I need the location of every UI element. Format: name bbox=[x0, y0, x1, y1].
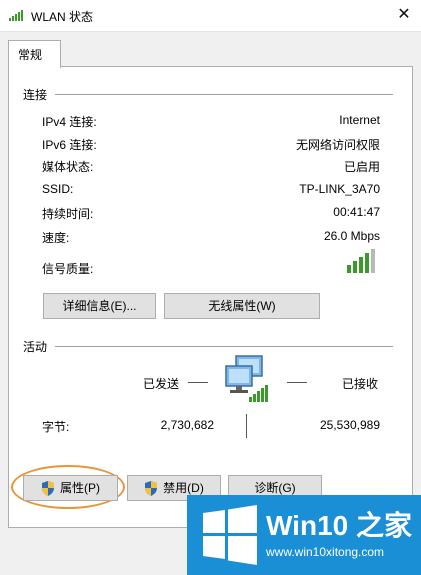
window-title: WLAN 状态 bbox=[31, 10, 94, 24]
ipv6-label: IPv6 连接: bbox=[42, 138, 97, 152]
windows-logo-icon bbox=[203, 505, 257, 565]
wireless-properties-button[interactable]: 无线属性(W) bbox=[164, 293, 320, 319]
ssid-label: SSID: bbox=[42, 182, 74, 196]
bytes-divider bbox=[246, 414, 247, 438]
uac-shield-icon bbox=[145, 481, 158, 497]
media-state-label: 媒体状态: bbox=[42, 160, 94, 174]
signal-quality-label: 信号质量: bbox=[42, 262, 94, 276]
activity-section-label: 活动 bbox=[23, 340, 48, 354]
ipv4-value: Internet bbox=[339, 113, 380, 127]
wlan-signal-icon bbox=[9, 10, 23, 21]
sent-label: 已发送 bbox=[143, 377, 180, 391]
media-state-value: 已启用 bbox=[343, 160, 380, 174]
uac-shield-icon bbox=[42, 481, 54, 497]
connection-section-label: 连接 bbox=[23, 88, 48, 102]
duration-label: 持续时间: bbox=[42, 207, 94, 221]
properties-label: 属性(P) bbox=[60, 481, 100, 495]
bytes-received-value: 25,530,989 bbox=[319, 418, 380, 432]
received-label: 已接收 bbox=[342, 377, 379, 391]
bytes-sent-value: 2,730,682 bbox=[160, 418, 214, 432]
duration-value: 00:41:47 bbox=[333, 205, 380, 219]
connection-divider bbox=[55, 94, 393, 95]
speed-value: 26.0 Mbps bbox=[323, 229, 380, 243]
signal-bars-icon bbox=[347, 249, 375, 273]
tab-label: 常规 bbox=[18, 48, 43, 62]
bytes-label: 字节: bbox=[42, 420, 70, 434]
ssid-value: TP-LINK_3A70 bbox=[299, 182, 380, 196]
activity-divider bbox=[55, 346, 393, 347]
speed-label: 速度: bbox=[42, 231, 70, 245]
network-computers-icon bbox=[225, 355, 268, 402]
received-connector bbox=[287, 382, 307, 383]
tab-general[interactable]: 常规 bbox=[8, 40, 61, 68]
disable-label: 禁用(D) bbox=[163, 481, 204, 495]
title-bar[interactable]: WLAN 状态 ✕ bbox=[0, 0, 421, 32]
win10-watermark: Win10 之家 www.win10xitong.com bbox=[187, 495, 421, 575]
sent-connector bbox=[188, 382, 208, 383]
close-button[interactable]: ✕ bbox=[388, 0, 420, 31]
watermark-url: www.win10xitong.com bbox=[266, 545, 385, 559]
properties-button[interactable]: 属性(P) bbox=[23, 475, 118, 501]
details-button[interactable]: 详细信息(E)... bbox=[43, 293, 156, 319]
ipv4-label: IPv4 连接: bbox=[42, 115, 97, 129]
ipv6-value: 无网络访问权限 bbox=[295, 138, 380, 152]
watermark-brand: Win10 之家 bbox=[266, 510, 412, 541]
